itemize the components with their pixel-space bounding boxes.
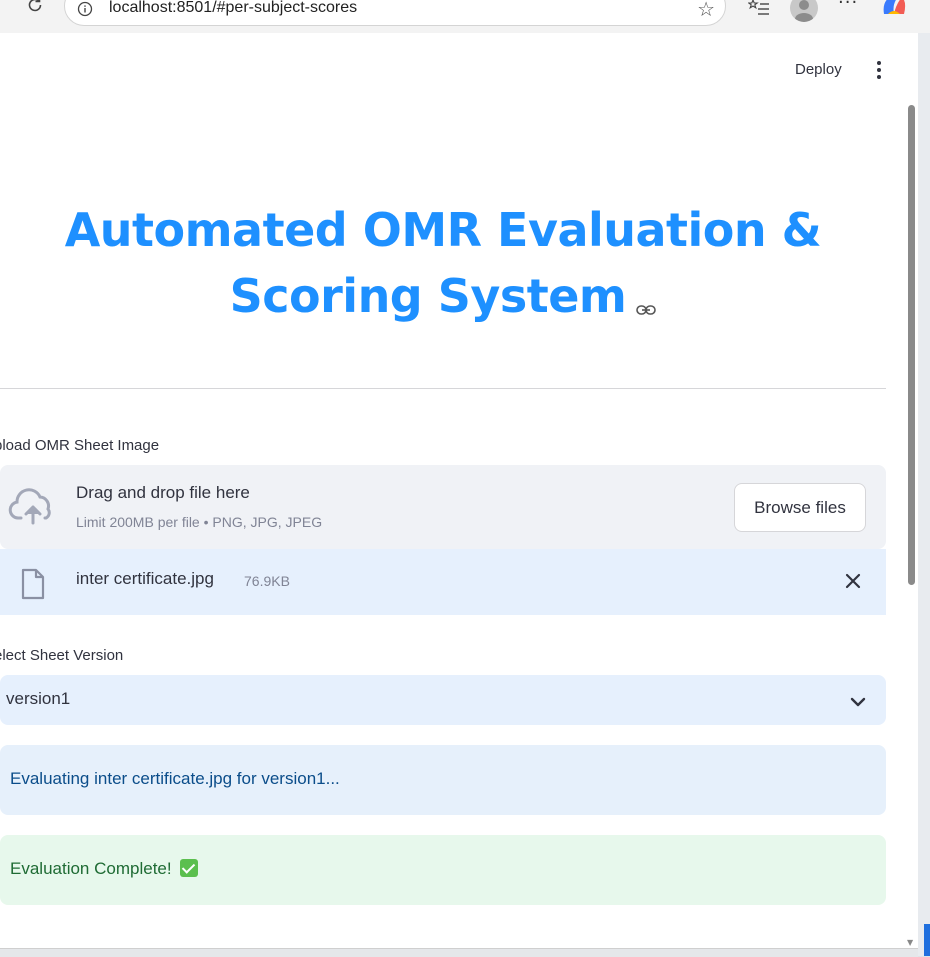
version-select-label: elect Sheet Version: [0, 647, 124, 664]
file-dropzone[interactable]: Drag and drop file here Limit 200MB per …: [0, 465, 886, 549]
anchor-link-icon[interactable]: [636, 267, 657, 333]
browser-menu-button[interactable]: ···: [838, 0, 858, 13]
site-info-icon[interactable]: [77, 1, 93, 17]
reload-icon[interactable]: [22, 0, 48, 18]
success-alert-text: Evaluation Complete!: [10, 859, 198, 879]
browser-side-edge: [918, 33, 930, 956]
select-value: version1: [6, 689, 71, 708]
page-title-text: Automated OMR Evaluation & Scoring Syste…: [64, 203, 822, 323]
page-title: Automated OMR Evaluation & Scoring Syste…: [0, 197, 886, 333]
divider: [0, 388, 886, 389]
remove-file-icon[interactable]: [843, 571, 863, 591]
favorite-star-icon[interactable]: ☆: [697, 0, 715, 19]
dropzone-title: Drag and drop file here: [76, 483, 250, 502]
browser-toolbar: localhost:8501/#per-subject-scores ☆ ···: [0, 0, 930, 34]
success-alert: Evaluation Complete!: [0, 835, 886, 905]
uploaded-file-row: inter certificate.jpg 76.9KB: [0, 549, 886, 615]
address-bar[interactable]: localhost:8501/#per-subject-scores ☆: [64, 0, 726, 26]
reading-list-icon[interactable]: [746, 0, 772, 20]
scroll-down-arrow-icon[interactable]: ▼: [907, 938, 913, 947]
side-accent: [924, 924, 930, 956]
info-alert: Evaluating inter certificate.jpg for ver…: [0, 745, 886, 815]
cloud-upload-icon: [8, 487, 58, 531]
success-alert-message: Evaluation Complete!: [10, 859, 172, 878]
file-icon: [20, 568, 46, 604]
url-text: localhost:8501/#per-subject-scores: [109, 0, 358, 16]
uploader-label: pload OMR Sheet Image: [0, 437, 160, 454]
browse-files-button[interactable]: Browse files: [734, 483, 866, 532]
file-size: 76.9KB: [244, 573, 290, 589]
main-menu-icon[interactable]: [870, 59, 888, 81]
profile-avatar-icon[interactable]: [790, 0, 818, 22]
check-mark-icon: [179, 859, 198, 877]
vertical-scrollbar[interactable]: ▼: [905, 33, 918, 949]
copilot-icon[interactable]: [880, 0, 908, 18]
deploy-button[interactable]: Deploy: [795, 61, 842, 78]
info-alert-text: Evaluating inter certificate.jpg for ver…: [10, 769, 340, 788]
dropzone-subtitle: Limit 200MB per file • PNG, JPG, JPEG: [76, 514, 323, 530]
app-page: Deploy Automated OMR Evaluation & Scorin…: [0, 33, 918, 949]
scrollbar-thumb[interactable]: [908, 105, 915, 585]
chevron-down-icon[interactable]: [850, 693, 866, 712]
sheet-version-select[interactable]: version1: [0, 675, 886, 725]
file-name: inter certificate.jpg: [76, 569, 214, 588]
